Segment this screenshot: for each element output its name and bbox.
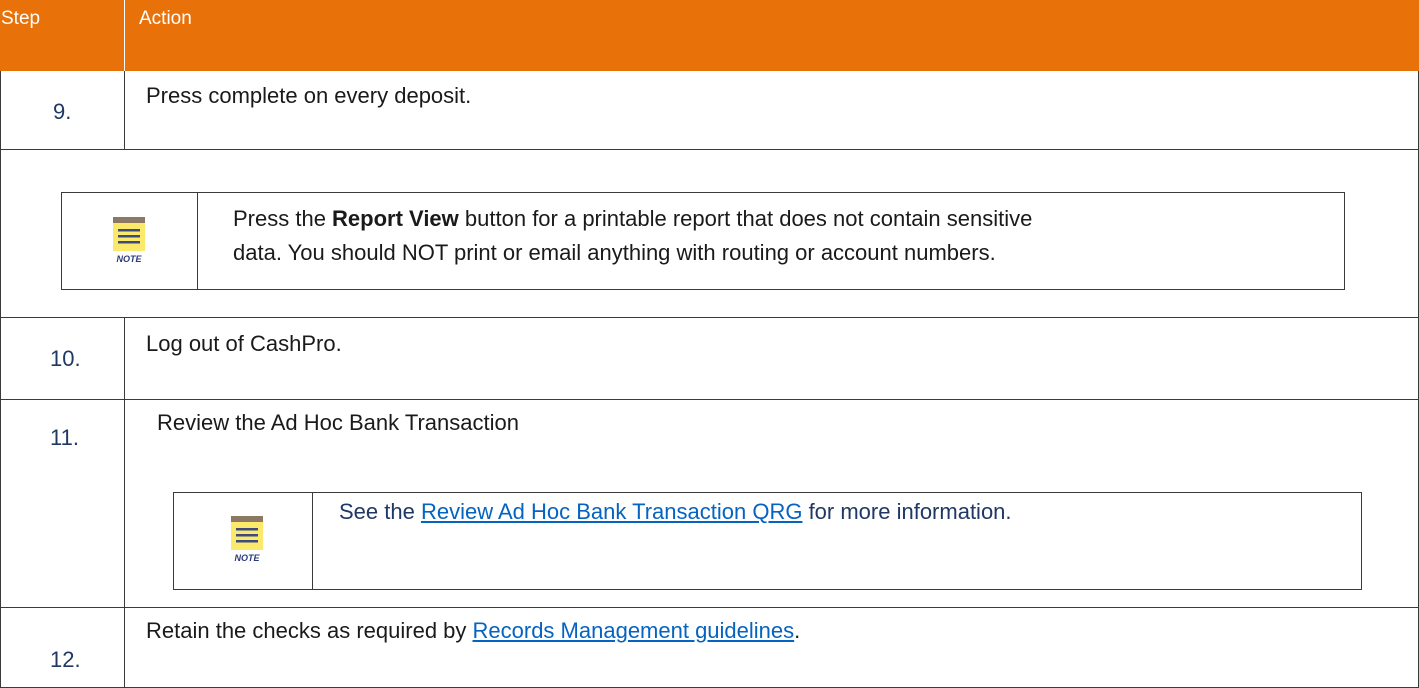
step-text: Review the Ad Hoc Bank Transaction — [157, 410, 519, 435]
header-divider — [124, 0, 125, 71]
col-divider-rows10-12 — [124, 317, 125, 687]
svg-text:NOTE: NOTE — [234, 553, 260, 563]
qrg-link[interactable]: Review Ad Hoc Bank Transaction QRG — [421, 499, 803, 524]
note-icon: NOTE — [113, 217, 145, 264]
note-text: Press the Report View button for a print… — [233, 206, 1033, 265]
header-step: Step — [1, 8, 41, 29]
step-number: 11. — [50, 425, 79, 450]
note-box: NOTE Press the Report View button for a … — [61, 192, 1345, 290]
report-view-label: Report View — [332, 206, 459, 231]
step-text: Retain the checks as required by Records… — [146, 618, 801, 643]
table-header: Step Action — [0, 0, 1419, 71]
procedure-table: Step Action 9. Press complete on every d… — [0, 0, 1419, 688]
border-left — [0, 71, 1, 688]
step-text: Log out of CashPro. — [146, 331, 342, 356]
step-number: 12. — [50, 647, 81, 672]
col-divider-row9 — [124, 71, 125, 149]
step-number: 9. — [53, 99, 72, 124]
row-sep-1 — [0, 149, 1419, 150]
note-box: NOTE See the Review Ad Hoc Bank Transact… — [173, 492, 1362, 590]
header-action: Action — [139, 8, 192, 29]
svg-text:NOTE: NOTE — [116, 254, 142, 264]
note-divider — [312, 493, 313, 589]
step-text: Press complete on every deposit. — [146, 83, 472, 108]
row-sep-2 — [0, 317, 1419, 318]
note-text: See the Review Ad Hoc Bank Transaction Q… — [339, 499, 1012, 524]
note-icon: NOTE — [231, 516, 263, 563]
records-management-link[interactable]: Records Management guidelines — [473, 618, 795, 643]
note-divider — [197, 193, 198, 289]
step-number: 10. — [50, 346, 81, 371]
row-sep-4 — [0, 607, 1419, 608]
row-sep-3 — [0, 399, 1419, 400]
